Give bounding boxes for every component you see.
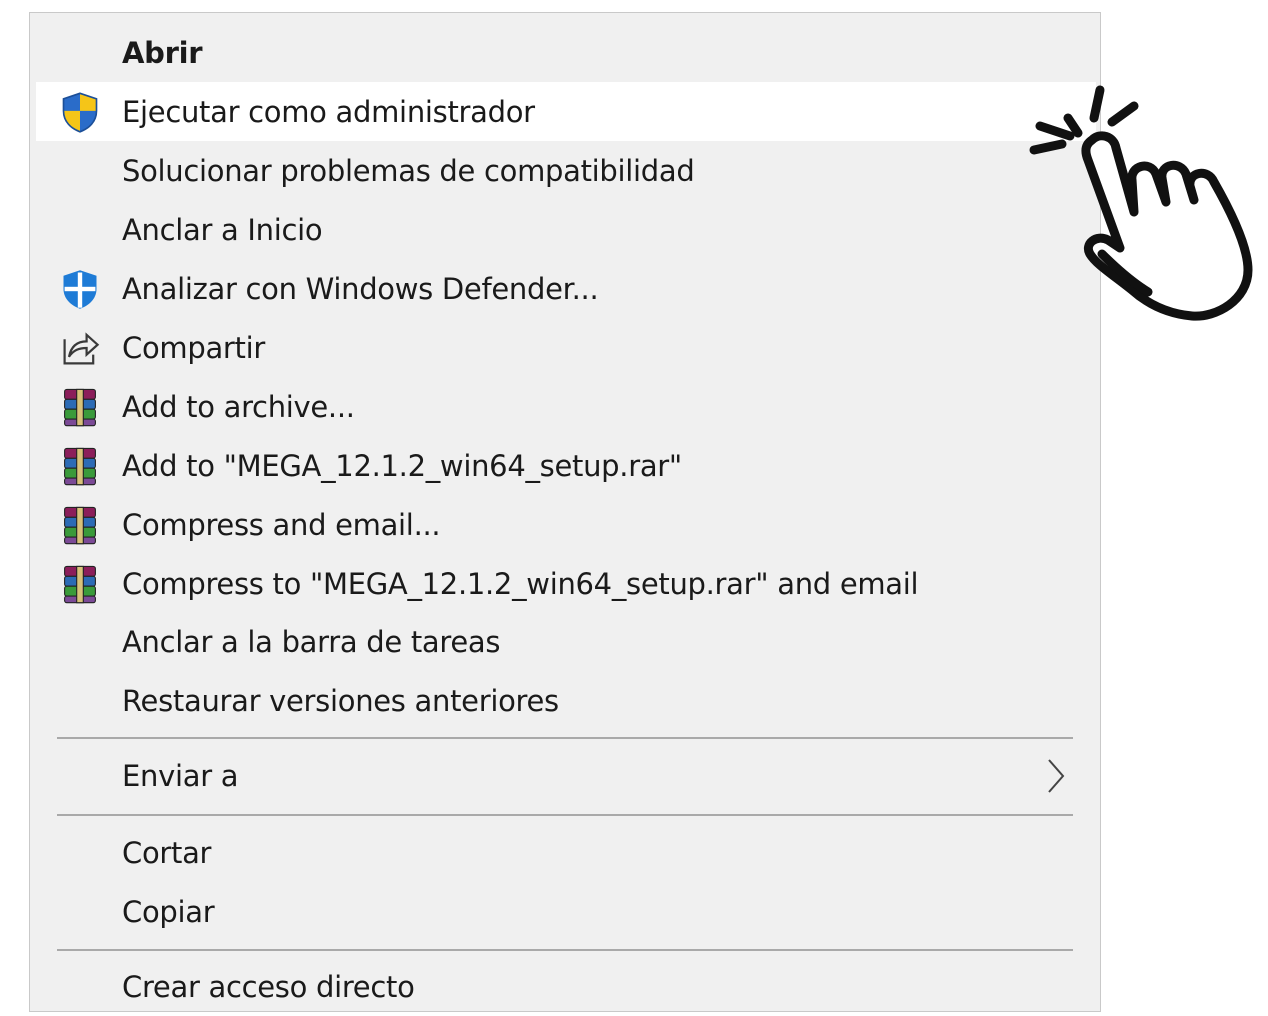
winrar-icon — [58, 385, 102, 429]
menu-item-label: Anclar a Inicio — [122, 212, 323, 247]
winrar-icon — [58, 444, 102, 488]
menu-item-label: Add to archive... — [122, 389, 355, 424]
share-icon — [58, 326, 102, 370]
winrar-icon — [58, 503, 102, 547]
menu-item-anclar-a-inicio[interactable]: Anclar a Inicio — [36, 200, 1096, 259]
menu-separator — [57, 949, 1073, 951]
menu-item-label: Compress to "MEGA_12.1.2_win64_setup.rar… — [122, 566, 919, 601]
uac-shield-icon — [58, 90, 102, 134]
menu-item-label: Compress and email... — [122, 507, 441, 542]
menu-item-add-to-rar[interactable]: Add to "MEGA_12.1.2_win64_setup.rar" — [36, 436, 1096, 495]
menu-item-label: Add to "MEGA_12.1.2_win64_setup.rar" — [122, 448, 682, 483]
menu-item-enviar-a[interactable]: Enviar a — [36, 746, 1096, 805]
winrar-icon — [58, 562, 102, 606]
menu-item-label: Ejecutar como administrador — [122, 94, 535, 129]
menu-item-cortar[interactable]: Cortar — [36, 823, 1096, 882]
menu-item-anclar-barra-tareas[interactable]: Anclar a la barra de tareas — [36, 612, 1096, 671]
menu-item-label: Solucionar problemas de compatibilidad — [122, 153, 695, 188]
menu-item-solucionar-problemas[interactable]: Solucionar problemas de compatibilidad — [36, 141, 1096, 200]
menu-item-compartir[interactable]: Compartir — [36, 318, 1096, 377]
menu-item-ejecutar-como-administrador[interactable]: Ejecutar como administrador — [36, 82, 1096, 141]
menu-item-label: Restaurar versiones anteriores — [122, 683, 559, 718]
menu-item-restaurar-versiones[interactable]: Restaurar versiones anteriores — [36, 671, 1096, 730]
menu-item-label: Abrir — [122, 35, 203, 70]
menu-item-label: Enviar a — [122, 758, 239, 793]
pointing-hand-cursor-icon — [1020, 78, 1260, 328]
menu-item-abrir[interactable]: Abrir — [36, 23, 1096, 82]
menu-item-compress-to-rar-and-email[interactable]: Compress to "MEGA_12.1.2_win64_setup.rar… — [36, 554, 1096, 613]
menu-item-label: Copiar — [122, 894, 215, 929]
menu-item-crear-acceso-directo[interactable]: Crear acceso directo — [36, 957, 1096, 1016]
menu-item-label: Analizar con Windows Defender... — [122, 271, 599, 306]
menu-separator — [57, 737, 1073, 739]
menu-item-copiar[interactable]: Copiar — [36, 882, 1096, 941]
menu-item-compress-and-email[interactable]: Compress and email... — [36, 495, 1096, 554]
windows-defender-icon — [58, 267, 102, 311]
menu-item-label: Cortar — [122, 835, 212, 870]
menu-item-analizar-windows-defender[interactable]: Analizar con Windows Defender... — [36, 259, 1096, 318]
context-menu: Abrir Ejecutar como administrador Soluci… — [29, 12, 1101, 1012]
menu-item-add-to-archive[interactable]: Add to archive... — [36, 377, 1096, 436]
menu-item-label: Crear acceso directo — [122, 969, 415, 1004]
menu-separator — [57, 814, 1073, 816]
menu-item-label: Anclar a la barra de tareas — [122, 624, 501, 659]
chevron-right-icon — [1046, 758, 1066, 794]
menu-item-label: Compartir — [122, 330, 265, 365]
